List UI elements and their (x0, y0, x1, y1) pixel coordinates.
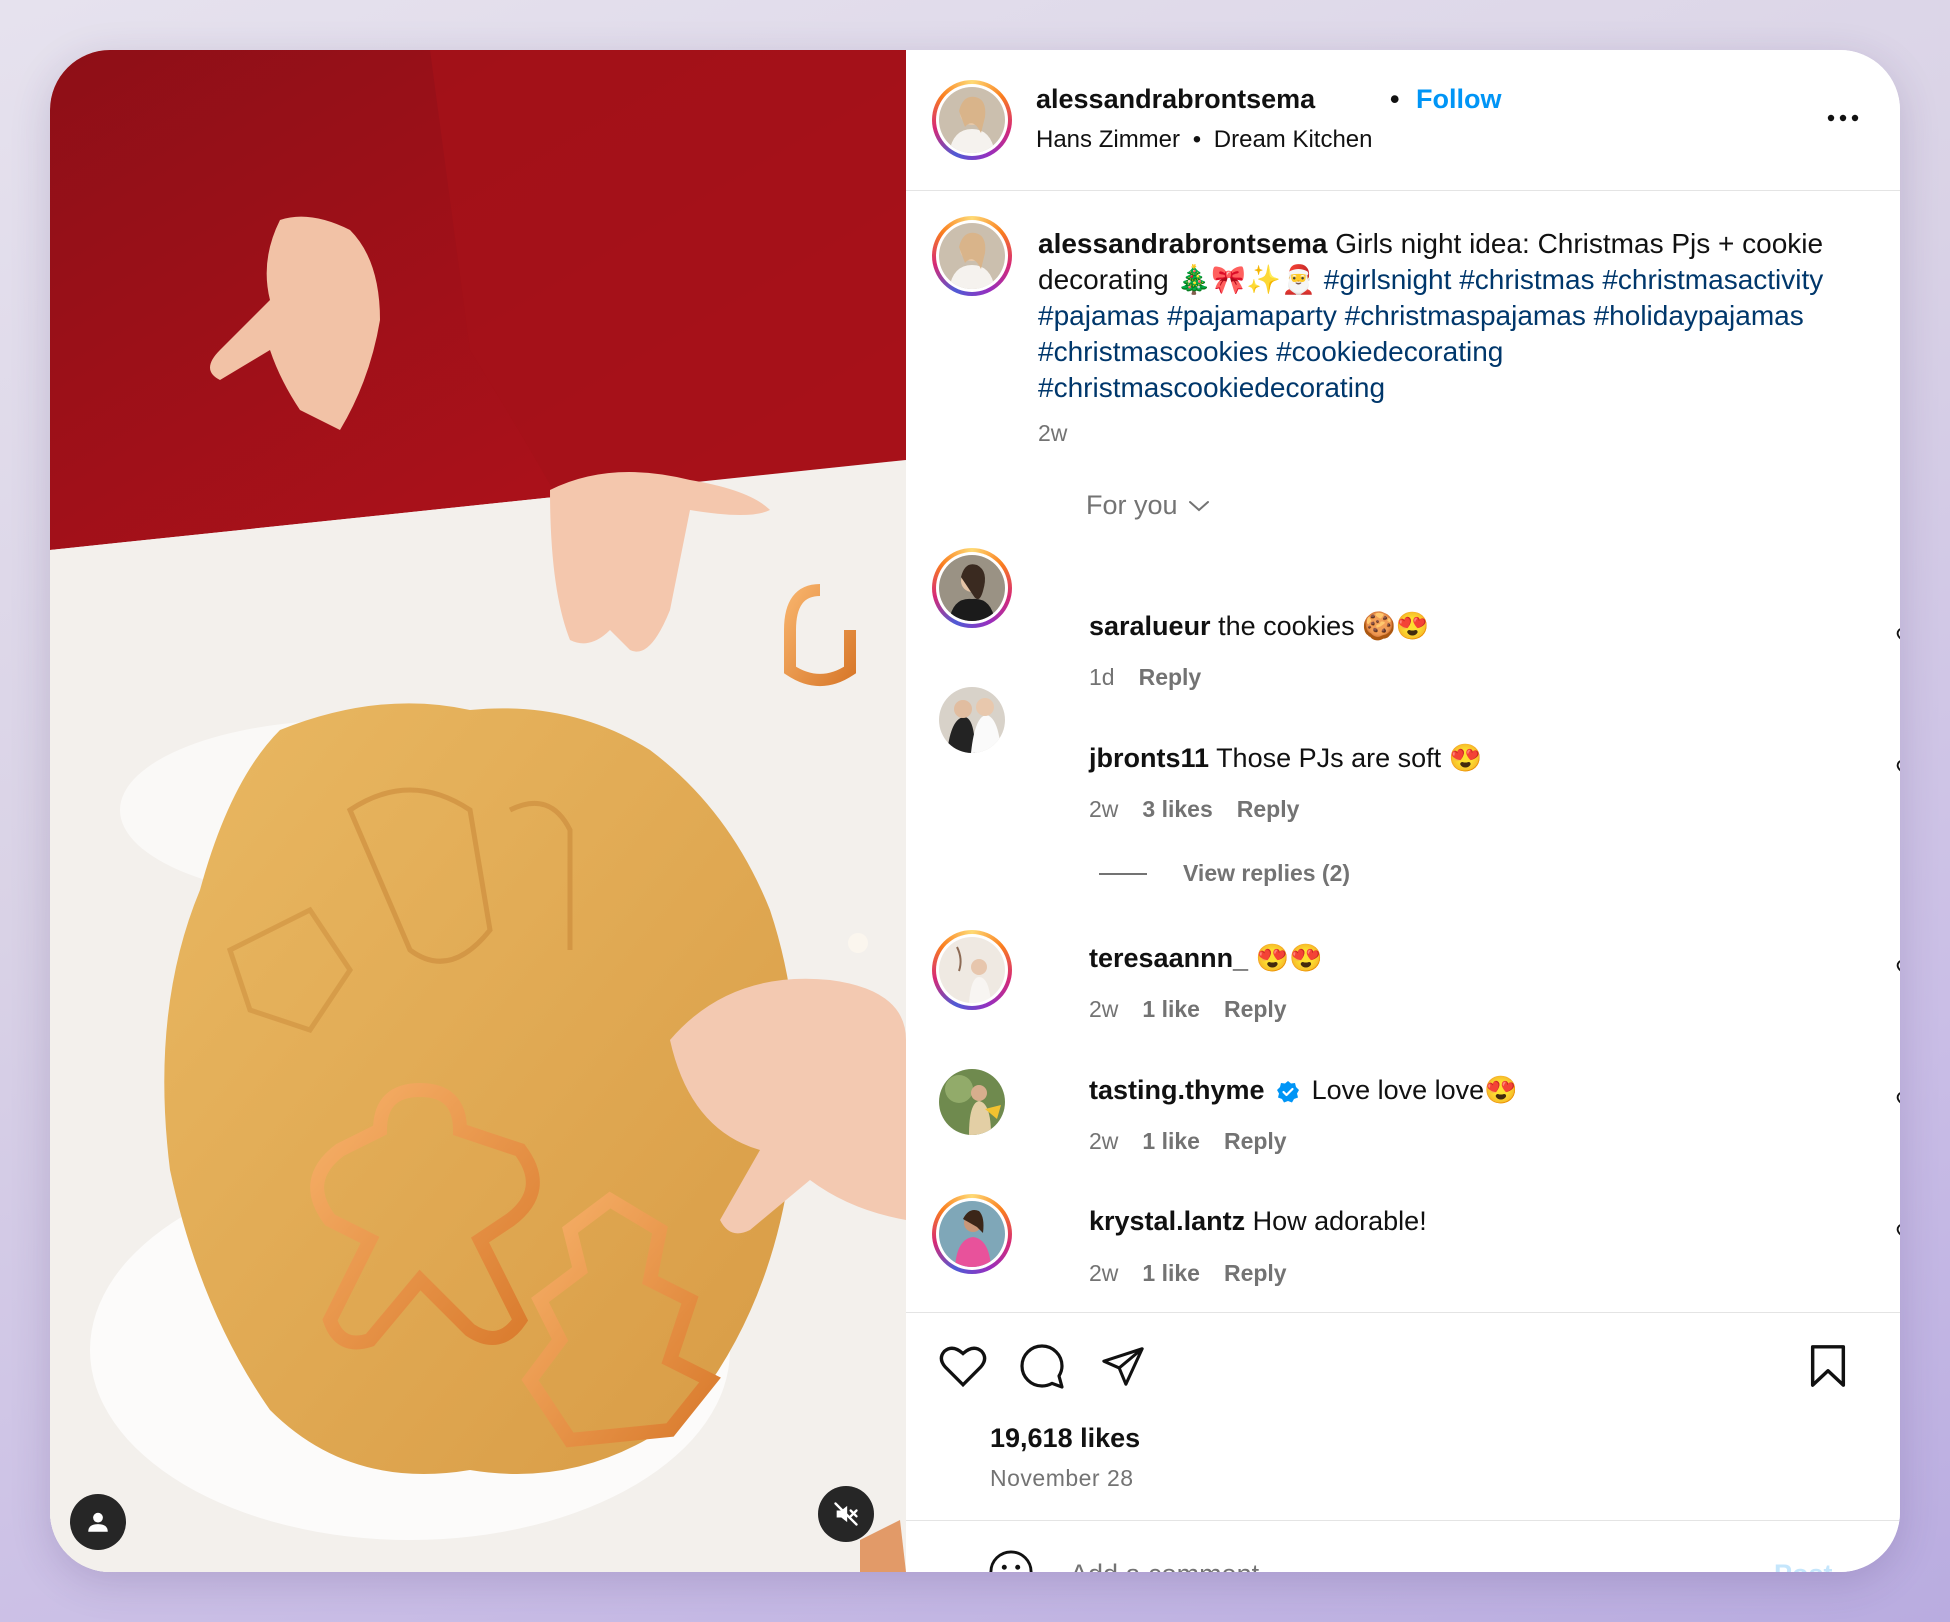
audio-attribution[interactable]: Hans Zimmer • Dream Kitchen (1036, 126, 1373, 154)
comment-button[interactable] (1018, 1343, 1066, 1391)
comment-text: Love love love😍 (1311, 1075, 1518, 1105)
comment-meta: 1d Reply (1089, 664, 1201, 691)
reply-button[interactable]: Reply (1237, 796, 1300, 823)
caption-username[interactable]: alessandrabrontsema (1038, 228, 1327, 259)
comment-text: 😍😍 (1255, 943, 1323, 973)
reply-button[interactable]: Reply (1224, 1260, 1287, 1287)
heart-icon[interactable] (1896, 1222, 1900, 1244)
comments-filter-label: For you (1086, 490, 1178, 520)
chevron-down-icon (1188, 500, 1209, 511)
reply-button[interactable]: Reply (1224, 1128, 1287, 1155)
comment-input[interactable]: Add a comment... (1070, 1559, 1282, 1572)
comment-likes[interactable]: 1 like (1142, 1260, 1200, 1287)
emoji-button[interactable] (988, 1549, 1034, 1572)
user-icon (88, 1512, 108, 1532)
comment-meta: 2w 3 likes Reply (1089, 796, 1299, 823)
comment-time[interactable]: 1d (1089, 664, 1115, 691)
post-comment-button[interactable]: Post (1774, 1559, 1833, 1572)
commenter-avatar[interactable] (932, 1194, 1012, 1274)
post-actions-bar: 19,618 likes November 28 (906, 1312, 1900, 1523)
comment-likes[interactable]: 3 likes (1142, 796, 1212, 823)
heart-icon[interactable] (1896, 758, 1900, 780)
reply-button[interactable]: Reply (1139, 664, 1202, 691)
save-button[interactable] (1806, 1343, 1850, 1389)
reply-button[interactable]: Reply (1224, 996, 1287, 1023)
comment-username[interactable]: tasting.thyme (1089, 1075, 1265, 1105)
author-avatar[interactable] (932, 80, 1012, 160)
heart-icon[interactable] (1896, 958, 1900, 980)
comment-time[interactable]: 2w (1089, 1128, 1118, 1155)
heart-icon[interactable] (1896, 626, 1900, 648)
comment-text: the cookies 🍪😍 (1218, 611, 1430, 641)
header-separator: • (1390, 84, 1400, 114)
comment-time[interactable]: 2w (1089, 796, 1118, 823)
comment-text: How adorable! (1252, 1206, 1427, 1236)
comment-username[interactable]: jbronts11 (1089, 743, 1209, 773)
audio-artist[interactable]: Hans Zimmer (1036, 126, 1180, 153)
add-comment-bar: Add a comment... Post (906, 1520, 1900, 1572)
replies-divider (1099, 872, 1147, 875)
comment-meta: 2w 1 like Reply (1089, 1260, 1287, 1287)
comment-time[interactable]: 2w (1089, 1260, 1118, 1287)
caption-timestamp[interactable]: 2w (1038, 420, 1067, 447)
commenter-avatar[interactable] (932, 548, 1012, 628)
post-header: alessandrabrontsema • Follow Hans Zimmer… (906, 50, 1900, 191)
comment-username[interactable]: saralueur (1089, 611, 1211, 641)
comment-time[interactable]: 2w (1089, 996, 1118, 1023)
likes-count[interactable]: 19,618 likes (990, 1423, 1140, 1454)
post-side-panel: alessandrabrontsema • Follow Hans Zimmer… (906, 50, 1900, 1572)
comment-body: jbronts11 Those PJs are soft 😍 (1089, 742, 1482, 774)
more-horizontal-icon (1827, 114, 1859, 122)
comment-body: tasting.thyme Love love love😍 (1089, 1074, 1518, 1106)
verified-badge-icon (1277, 1080, 1300, 1103)
post-caption: alessandrabrontsema Girls night idea: Ch… (1038, 226, 1858, 406)
commenter-avatar[interactable] (932, 680, 1012, 760)
comment-meta: 2w 1 like Reply (1089, 996, 1287, 1023)
commenter-avatar[interactable] (932, 930, 1012, 1010)
share-button[interactable] (1100, 1343, 1146, 1389)
audio-separator: • (1192, 126, 1202, 153)
comment-likes[interactable]: 1 like (1142, 1128, 1200, 1155)
post-date[interactable]: November 28 (990, 1465, 1134, 1492)
comment-meta: 2w 1 like Reply (1089, 1128, 1287, 1155)
speaker-muted-icon (834, 1502, 858, 1526)
audio-track[interactable]: Dream Kitchen (1214, 126, 1373, 153)
comment-username[interactable]: teresaannn_ (1089, 943, 1248, 973)
mute-button[interactable] (818, 1486, 874, 1542)
follow-button[interactable]: Follow (1416, 84, 1501, 115)
post-modal: alessandrabrontsema • Follow Hans Zimmer… (50, 50, 1900, 1572)
comment-likes[interactable]: 1 like (1142, 996, 1200, 1023)
comment-body: krystal.lantz How adorable! (1089, 1206, 1427, 1237)
heart-icon[interactable] (1896, 1090, 1900, 1112)
view-replies-button[interactable]: View replies (2) (1099, 860, 1350, 887)
more-options-button[interactable] (1826, 110, 1860, 128)
comments-filter-dropdown[interactable]: For you (1086, 490, 1210, 521)
view-replies-label: View replies (2) (1183, 860, 1351, 886)
caption-avatar[interactable] (932, 216, 1012, 296)
comment-body: saralueur the cookies 🍪😍 (1089, 610, 1429, 642)
author-username[interactable]: alessandrabrontsema (1036, 84, 1315, 115)
video-frame (50, 50, 906, 1572)
commenter-avatar[interactable] (932, 1062, 1012, 1142)
tagged-users-button[interactable] (70, 1494, 126, 1550)
like-button[interactable] (938, 1343, 988, 1389)
comment-text: Those PJs are soft 😍 (1216, 743, 1483, 773)
post-video[interactable] (50, 50, 906, 1572)
comment-username[interactable]: krystal.lantz (1089, 1206, 1245, 1236)
comment-body: teresaannn_ 😍😍 (1089, 942, 1323, 974)
